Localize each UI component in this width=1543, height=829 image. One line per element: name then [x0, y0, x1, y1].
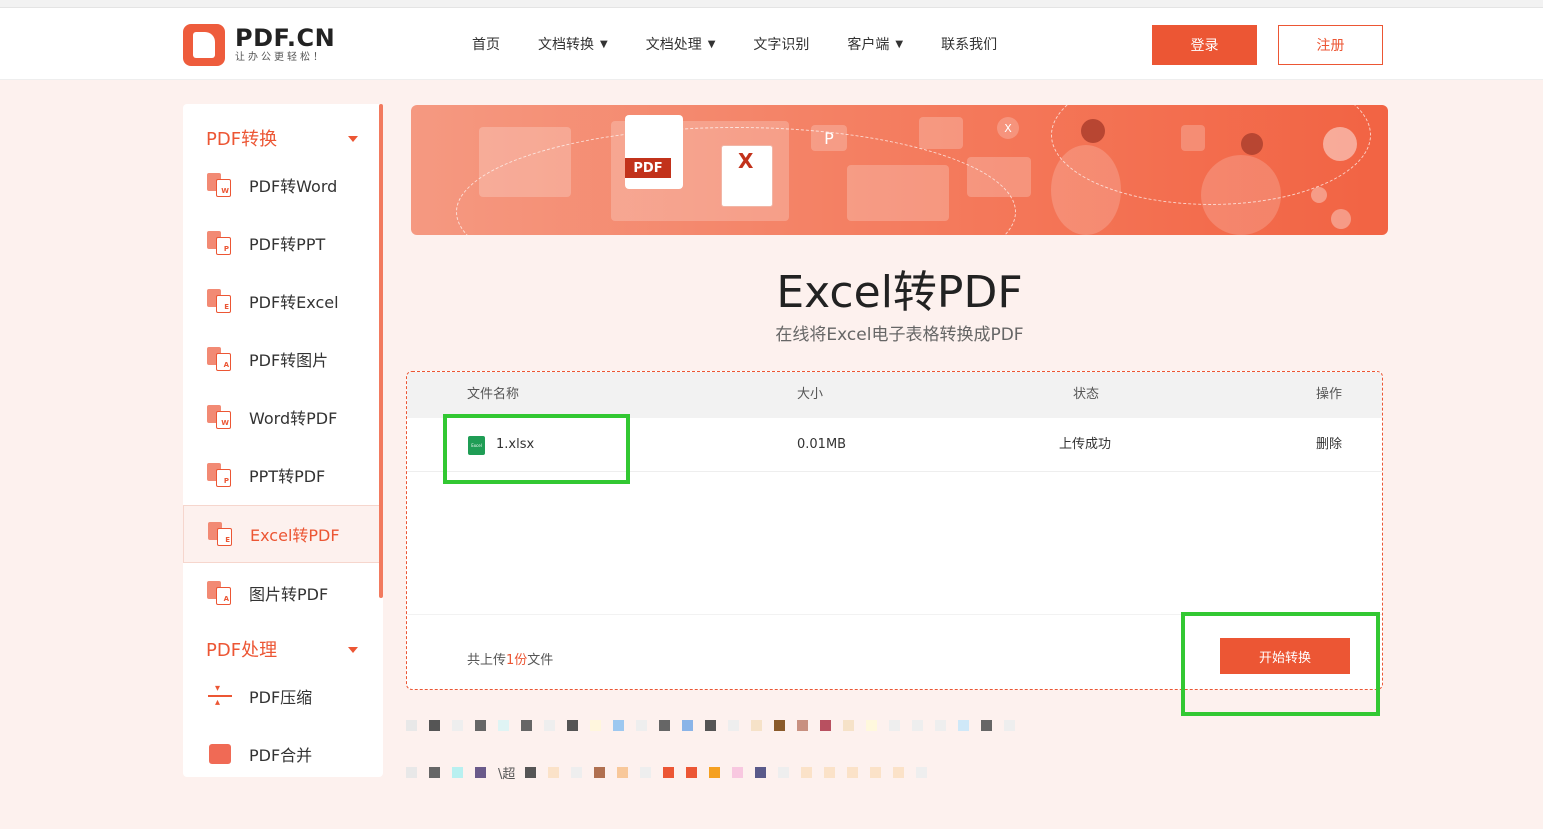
sidebar-item-label: PDF转图片 [249, 351, 329, 370]
delete-file-link[interactable]: 删除 [1316, 420, 1342, 470]
sidebar-item-excel-to-pdf[interactable]: E Excel转PDF [183, 505, 379, 563]
banner-pie-chart [1323, 127, 1357, 161]
upload-total: 共上传1份文件 [467, 649, 553, 668]
banner-bubble [1331, 209, 1351, 229]
nav-ocr[interactable]: 文字识别 [753, 34, 809, 54]
banner-image-panel [847, 165, 949, 221]
total-suffix: 文件 [527, 653, 554, 668]
sidebar-item-pdf-to-ppt[interactable]: P PDF转PPT [183, 214, 379, 272]
banner-bubble [1311, 187, 1327, 203]
sidebar-item-word-to-pdf[interactable]: W Word转PDF [183, 388, 379, 446]
highlight-box-file [443, 414, 630, 484]
banner-person-head [1081, 119, 1105, 143]
sidebar-item-label: Excel转PDF [250, 526, 340, 545]
group-pdf-convert[interactable]: PDF转换 [183, 118, 383, 158]
col-header-status: 状态 [1073, 387, 1100, 402]
file-table-header: 文件名称 大小 状态 操作 [407, 372, 1382, 418]
banner-person-head [1241, 133, 1263, 155]
site-logo[interactable]: PDF.CN 让办公更轻松！ [183, 24, 335, 66]
tool-sidebar: PDF转换 W PDF转Word P PDF转PPT E PDF转Excel A… [183, 104, 383, 777]
browser-top-strip [0, 0, 1543, 8]
sidebar-item-label: PPT转PDF [249, 467, 326, 486]
sidebar-item-pdf-to-word[interactable]: W PDF转Word [183, 156, 379, 214]
sidebar-item-pdf-to-image[interactable]: A PDF转图片 [183, 330, 379, 388]
group-pdf-process[interactable]: PDF处理 [183, 629, 383, 669]
caret-down-icon: ▼ [895, 38, 904, 50]
banner-p-mark: P [811, 125, 847, 151]
total-count: 1份 [506, 653, 528, 668]
nav-doc-convert-label: 文档转换 [538, 37, 594, 53]
banner-excel-mark: X [738, 149, 754, 173]
banner-x-mark: X [997, 117, 1019, 139]
blurred-text-row [406, 715, 1027, 735]
image-to-pdf-icon: A [207, 581, 233, 605]
banner-window [919, 117, 963, 149]
brand-slogan: 让办公更轻松！ [235, 52, 326, 63]
banner-pdf-tag: PDF [625, 158, 671, 178]
nav-client[interactable]: 客户端 ▼ [847, 34, 903, 54]
logo-text: PDF.CN 让办公更轻松！ [235, 25, 335, 65]
nav-doc-process-label: 文档处理 [645, 37, 702, 53]
pdf-to-word-icon: W [207, 173, 233, 197]
sidebar-item-label: 图片转PDF [249, 585, 329, 604]
col-header-name: 文件名称 [467, 387, 520, 402]
col-header-action: 操作 [1316, 387, 1343, 402]
caret-down-icon: ▼ [600, 38, 608, 50]
group-pdf-convert-label: PDF转换 [206, 129, 278, 150]
total-prefix: 共上传 [467, 653, 507, 668]
sidebar-item-label: PDF转Excel [249, 293, 339, 312]
file-size: 0.01MB [797, 437, 847, 452]
nav-ocr-label: 文字识别 [753, 37, 810, 53]
ppt-to-pdf-icon: P [207, 463, 233, 487]
logo-icon [183, 24, 225, 66]
sidebar-scrollbar[interactable] [379, 104, 383, 598]
main-nav: 首页 文档转换 ▼ 文档处理 ▼ 文字识别 客户端 ▼ 联系我们 [472, 8, 997, 80]
nav-doc-process[interactable]: 文档处理 ▼ [646, 34, 716, 54]
highlight-box-start [1181, 612, 1380, 716]
pdf-to-image-icon: A [207, 347, 233, 371]
register-button[interactable]: 注册 [1278, 25, 1383, 65]
banner-person-right [1201, 155, 1281, 235]
sidebar-item-label: PDF合并 [249, 746, 313, 765]
hero-banner: PDF X P X [411, 105, 1388, 235]
banner-note [1181, 125, 1205, 151]
pdf-to-ppt-icon: P [207, 231, 233, 255]
nav-contact[interactable]: 联系我们 [941, 34, 997, 54]
caret-down-icon [348, 136, 358, 142]
excel-to-pdf-icon: E [208, 522, 234, 546]
site-header: PDF.CN 让办公更轻松！ 首页 文档转换 ▼ 文档处理 ▼ 文字识别 客户端 ▼ … [0, 8, 1543, 80]
compress-icon [207, 683, 233, 708]
nav-home[interactable]: 首页 [472, 34, 500, 54]
sidebar-item-label: Word转PDF [249, 409, 338, 428]
nav-client-label: 客户端 [847, 37, 890, 53]
sidebar-item-ppt-to-pdf[interactable]: P PPT转PDF [183, 446, 379, 504]
sidebar-item-pdf-to-excel[interactable]: E PDF转Excel [183, 272, 379, 330]
col-header-size: 大小 [797, 387, 824, 402]
sidebar-item-label: PDF转PPT [249, 235, 326, 254]
brand-name: PDF.CN [235, 24, 336, 52]
nav-home-label: 首页 [472, 37, 500, 53]
merge-icon [207, 742, 233, 766]
page-title: Excel转PDF [776, 267, 1023, 318]
blurred-text-row: \超 [406, 762, 939, 782]
sidebar-item-pdf-merge[interactable]: PDF合并 [183, 725, 379, 777]
nav-doc-convert[interactable]: 文档转换 ▼ [538, 34, 608, 54]
banner-sheet [967, 157, 1031, 197]
sidebar-item-image-to-pdf[interactable]: A 图片转PDF [183, 564, 379, 622]
group-pdf-process-label: PDF处理 [206, 640, 278, 661]
banner-person-left [1051, 145, 1121, 235]
nav-contact-label: 联系我们 [941, 37, 998, 53]
caret-down-icon [348, 647, 358, 653]
page-subtitle: 在线将Excel电子表格转换成PDF [775, 325, 1024, 345]
banner-folder-grid [479, 127, 571, 197]
file-status: 上传成功 [1059, 437, 1112, 452]
sidebar-item-label: PDF转Word [249, 177, 338, 196]
word-to-pdf-icon: W [207, 405, 233, 429]
login-button[interactable]: 登录 [1152, 25, 1257, 65]
sidebar-item-pdf-compress[interactable]: PDF压缩 [183, 667, 379, 725]
caret-down-icon: ▼ [707, 38, 716, 50]
sidebar-item-label: PDF压缩 [249, 688, 313, 707]
pdf-to-excel-icon: E [207, 289, 233, 313]
blurred-text: \超 [498, 766, 516, 782]
